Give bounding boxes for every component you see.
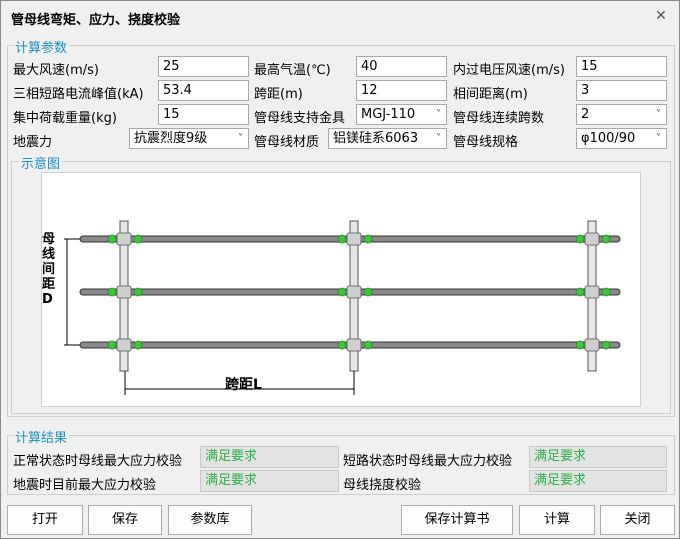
fitting-label: 管母线支持金具	[254, 111, 346, 126]
spec-label: 管母线规格	[453, 135, 519, 150]
overvolt-wind-label: 内过电压风速(m/s)	[453, 63, 565, 78]
params-lib-button[interactable]: 参数库	[168, 505, 252, 535]
cont-span-select-value: 2	[581, 107, 590, 122]
short-stress-result: 满足要求	[529, 446, 667, 468]
open-button[interactable]: 打开	[7, 505, 83, 535]
busbar-diagram-svg	[64, 220, 621, 395]
close-icon[interactable]: ✕	[653, 8, 669, 24]
deflection-result: 满足要求	[529, 470, 667, 492]
short-stress-label: 短路状态时母线最大应力校验	[343, 454, 513, 469]
chevron-down-icon: ˅	[656, 109, 661, 120]
seismic-select-value: 抗震烈度9级	[134, 131, 208, 146]
overvolt-wind-input[interactable]: 15	[576, 56, 667, 77]
span-distance-label: 跨距L	[225, 377, 262, 393]
close-button[interactable]: 关闭	[600, 505, 675, 535]
span-input[interactable]: 12	[356, 80, 447, 101]
max-wind-input[interactable]: 25	[158, 56, 249, 77]
chevron-down-icon: ˅	[238, 133, 243, 144]
seismic-stress-result: 满足要求	[200, 470, 339, 492]
phase-dist-label: 相间距离(m)	[453, 87, 528, 102]
seismic-select[interactable]: 抗震烈度9级 ˅	[129, 128, 249, 149]
save-button[interactable]: 保存	[88, 505, 162, 535]
chevron-down-icon: ˅	[436, 109, 441, 120]
diagram-group-title: 示意图	[19, 153, 63, 172]
cont-span-select[interactable]: 2 ˅	[576, 104, 667, 125]
deflection-label: 母线挠度校验	[343, 478, 422, 493]
max-wind-label: 最大风速(m/s)	[13, 63, 99, 78]
results-group-title: 计算结果	[13, 427, 70, 446]
material-label: 管母线材质	[254, 135, 320, 150]
params-group-title: 计算参数	[13, 37, 70, 56]
chevron-down-icon: ˅	[436, 133, 441, 144]
spec-select[interactable]: φ100/90 ˅	[576, 128, 667, 149]
seismic-label: 地震力	[13, 135, 53, 150]
normal-stress-result: 满足要求	[200, 446, 339, 468]
load-label: 集中荷载重量(kg)	[13, 111, 117, 126]
material-select-value: 铝镁硅系6063	[333, 131, 419, 146]
calc-button[interactable]: 计算	[519, 505, 595, 535]
short-circuit-input[interactable]: 53.4	[158, 80, 249, 101]
spec-select-value: φ100/90	[581, 131, 636, 146]
load-input[interactable]: 15	[158, 104, 249, 125]
max-temp-label: 最高气温(℃)	[254, 63, 331, 78]
window-title: 管母线弯矩、应力、挠度校验	[11, 13, 181, 28]
normal-stress-label: 正常状态时母线最大应力校验	[13, 454, 183, 469]
max-temp-input[interactable]: 40	[356, 56, 447, 77]
chevron-down-icon: ˅	[656, 133, 661, 144]
span-label: 跨距(m)	[254, 87, 303, 102]
fitting-select-value: MGJ-110	[361, 107, 416, 122]
title-bar: 管母线弯矩、应力、挠度校验 ✕	[1, 1, 679, 33]
dialog-window: 管母线弯矩、应力、挠度校验 ✕ 计算参数 最大风速(m/s) 25 最高气温(℃…	[0, 0, 680, 539]
fitting-select[interactable]: MGJ-110 ˅	[356, 104, 447, 125]
cont-span-label: 管母线连续跨数	[453, 111, 545, 126]
seismic-stress-label: 地震时目前最大应力校验	[13, 478, 157, 493]
short-circuit-label: 三相短路电流峰值(kA)	[13, 87, 144, 102]
material-select[interactable]: 铝镁硅系6063 ˅	[328, 128, 447, 149]
phase-dimension	[64, 238, 80, 346]
busbar-diagram	[41, 172, 641, 407]
save-calc-button[interactable]: 保存计算书	[401, 505, 513, 535]
phase-distance-label: 母线间距D	[42, 232, 56, 307]
phase-dist-input[interactable]: 3	[576, 80, 667, 101]
